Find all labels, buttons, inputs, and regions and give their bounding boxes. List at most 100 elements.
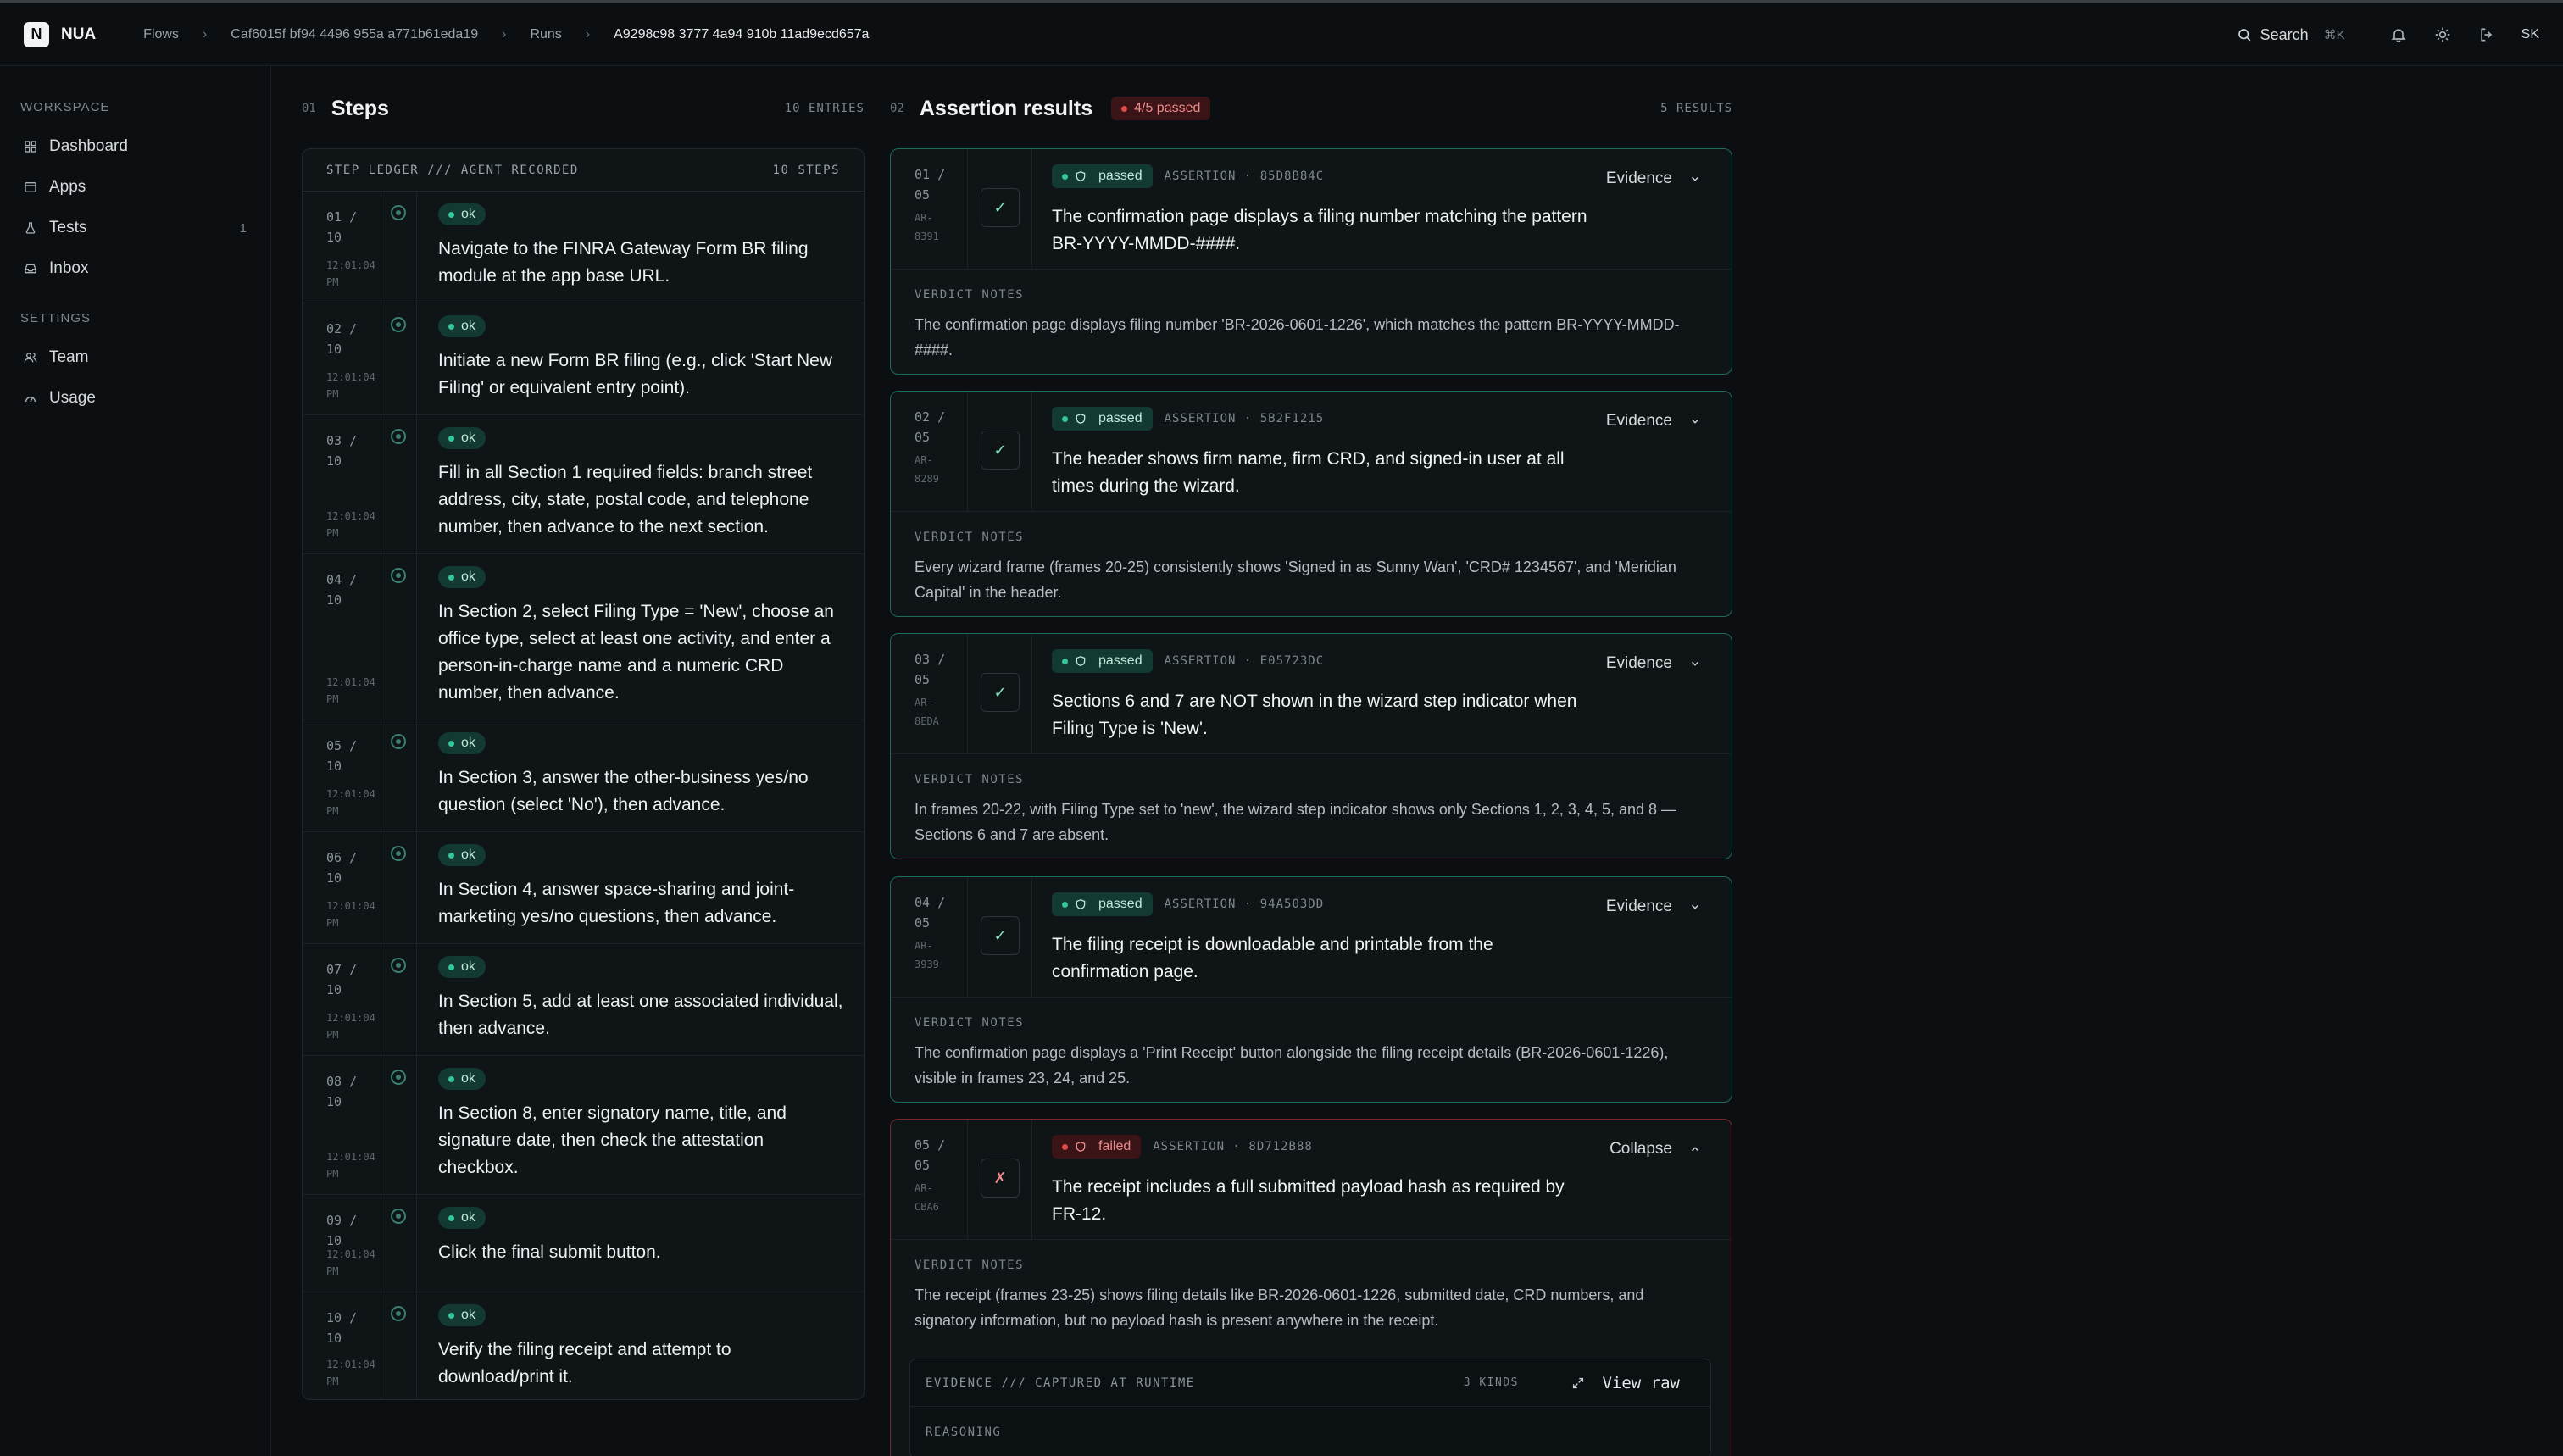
- assertion-meta: failed ASSERTION · 8D712B88: [1052, 1135, 1313, 1159]
- status-badge: passed: [1052, 164, 1153, 188]
- verdict-notes: VERDICT NOTES The confirmation page displ…: [891, 998, 1732, 1091]
- shield-icon: [1075, 1141, 1093, 1153]
- divider: [967, 877, 968, 997]
- action-label: Collapse: [1610, 1140, 1672, 1158]
- assertion-card-header: 01 /05 AR- 8391 ✓ passed ASSERTION · 85D8B84C…: [891, 149, 1732, 270]
- step-description: Fill in all Section 1 required fields: b…: [438, 463, 813, 536]
- assertion-index: 02 /05: [915, 409, 946, 445]
- search-shortcut: ⌘K: [2323, 28, 2345, 42]
- step-description: Initiate a new Form BR filing (e.g., cli…: [438, 351, 832, 397]
- step-index: 08 /10: [326, 1074, 358, 1109]
- step-row: 05 /10 12:01:04 PM ok In Section 3, answer t…: [303, 720, 864, 832]
- view-raw-button[interactable]: View raw: [1571, 1374, 1680, 1392]
- divider: [967, 634, 968, 753]
- status-dot-icon: [1062, 658, 1068, 664]
- shield-icon: [1075, 413, 1093, 425]
- divider: [416, 303, 417, 414]
- breadcrumb-flows[interactable]: Flows: [143, 27, 179, 42]
- assertion-meta: passed ASSERTION · 85D8B84C: [1052, 164, 1324, 188]
- tests-count-badge: 1: [239, 220, 247, 236]
- assertion-title: The receipt includes a full submitted pa…: [1052, 1177, 1565, 1224]
- step-status-dot-icon: [391, 734, 406, 749]
- search-button[interactable]: Search ⌘K: [2237, 26, 2345, 44]
- divider: [416, 1195, 417, 1292]
- sidebar-item-tests[interactable]: Tests 1: [0, 208, 270, 248]
- sidebar-item-label: Dashboard: [49, 137, 128, 155]
- assertion-kind: ASSERTION · E05723DC: [1164, 654, 1325, 668]
- collapse-button[interactable]: Collapse: [1610, 1140, 1701, 1159]
- step-status-dot-icon: [391, 568, 406, 583]
- breadcrumb-runs[interactable]: Runs: [530, 27, 561, 42]
- sidebar-item-dashboard[interactable]: Dashboard: [0, 126, 270, 167]
- verdict-notes-text: In frames 20-22, with Filing Type set to…: [915, 801, 1676, 843]
- app-name[interactable]: NUA: [61, 25, 96, 44]
- evidence-header: EVIDENCE /// CAPTURED AT RUNTIME 3 KINDS V…: [910, 1359, 1710, 1407]
- chevron-down-icon: [1681, 173, 1701, 185]
- step-index: 06 /10: [326, 850, 358, 886]
- step-row: 06 /10 12:01:04 PM ok In Section 4, answer s…: [303, 832, 864, 944]
- step-status-badge: ok: [438, 315, 486, 337]
- divider: [1031, 1120, 1032, 1239]
- x-mark-icon: ✗: [981, 1159, 1020, 1198]
- step-time: 12:01:04 PM: [326, 788, 375, 817]
- step-description: In Section 8, enter signatory name, titl…: [438, 1103, 787, 1177]
- search-icon: [2238, 29, 2250, 42]
- action-label: Evidence: [1605, 654, 1672, 672]
- step-status-badge: ok: [438, 566, 486, 588]
- assertion-meta: passed ASSERTION · 5B2F1215: [1052, 407, 1324, 431]
- users-icon: [24, 353, 37, 363]
- verdict-notes: VERDICT NOTES The receipt (frames 23-25) …: [891, 1240, 1732, 1333]
- assertion-title: The filing receipt is downloadable and p…: [1052, 935, 1493, 981]
- app-logo[interactable]: N: [24, 21, 49, 47]
- ledger-title: STEP LEDGER /// AGENT RECORDED: [326, 163, 579, 177]
- assertion-ref: AR- CBA6: [915, 1182, 939, 1213]
- status-badge: failed: [1052, 1135, 1142, 1159]
- divider: [416, 944, 417, 1055]
- assertion-index: 03 /05: [915, 652, 946, 687]
- step-status-dot-icon: [391, 958, 406, 973]
- status-dot-icon: [1062, 901, 1068, 908]
- assertion-ref: AR- 3939: [915, 940, 939, 970]
- evidence-button[interactable]: Evidence: [1606, 654, 1701, 673]
- evidence-button[interactable]: Evidence: [1606, 412, 1701, 431]
- sidebar-item-label: Team: [49, 348, 89, 366]
- verdict-notes: VERDICT NOTES The confirmation page displ…: [891, 270, 1732, 363]
- chevron-right-icon: ›: [502, 26, 507, 42]
- assertion-card: 03 /05 AR- 8EDA ✓ passed ASSERTION · E05723DC…: [890, 633, 1732, 859]
- step-row: 02 /10 12:01:04 PM ok Initiate a new Form BR…: [303, 303, 864, 415]
- evidence-button[interactable]: Evidence: [1606, 169, 1701, 188]
- sidebar-item-team[interactable]: Team: [0, 337, 270, 378]
- step-status-dot-icon: [391, 317, 406, 332]
- assertion-kind: ASSERTION · 94A503DD: [1164, 897, 1325, 911]
- evidence-kinds: 3 KINDS: [1463, 1376, 1519, 1389]
- breadcrumb-flow-id[interactable]: Caf6015f bf94 4496 955a a771b61eda19: [231, 27, 478, 42]
- chevron-right-icon: ›: [202, 26, 208, 42]
- sidebar-item-apps[interactable]: Apps: [0, 167, 270, 208]
- sidebar-item-inbox[interactable]: Inbox: [0, 248, 270, 289]
- chevron-down-icon: [1681, 415, 1701, 427]
- verdict-notes-text: The confirmation page displays filing nu…: [915, 316, 1680, 358]
- step-time: 12:01:04 PM: [326, 1248, 375, 1277]
- evidence-button[interactable]: Evidence: [1606, 897, 1701, 916]
- user-avatar[interactable]: SK: [2521, 27, 2539, 42]
- sun-icon[interactable]: [2433, 25, 2452, 44]
- step-time: 12:01:04 PM: [326, 1151, 375, 1180]
- verdict-notes-label: VERDICT NOTES: [915, 1016, 1025, 1030]
- chevron-right-icon: ›: [585, 26, 591, 42]
- step-row: 01 /10 12:01:04 PM ok Navigate to the FINRA …: [303, 192, 864, 303]
- assertion-ref: AR- 8391: [915, 212, 939, 242]
- status-label: failed: [1098, 1139, 1131, 1153]
- assertion-kind: ASSERTION · 5B2F1215: [1164, 412, 1325, 425]
- shield-icon: [1075, 898, 1093, 910]
- bell-icon[interactable]: [2389, 25, 2408, 44]
- step-status-badge: ok: [438, 1207, 486, 1229]
- sidebar-item-usage[interactable]: Usage: [0, 378, 270, 419]
- status-badge: passed: [1052, 407, 1153, 431]
- divider: [1031, 877, 1032, 997]
- logout-icon[interactable]: [2477, 25, 2496, 44]
- breadcrumb-run-id: A9298c98 3777 4a94 910b 11ad9ecd657a: [614, 26, 870, 42]
- status-dot-icon: [1062, 1143, 1068, 1150]
- step-time: 12:01:04 PM: [326, 371, 375, 400]
- top-bar: N NUA Flows › Caf6015f bf94 4496 955a a7…: [0, 0, 2563, 66]
- chevron-down-icon: [1681, 901, 1701, 913]
